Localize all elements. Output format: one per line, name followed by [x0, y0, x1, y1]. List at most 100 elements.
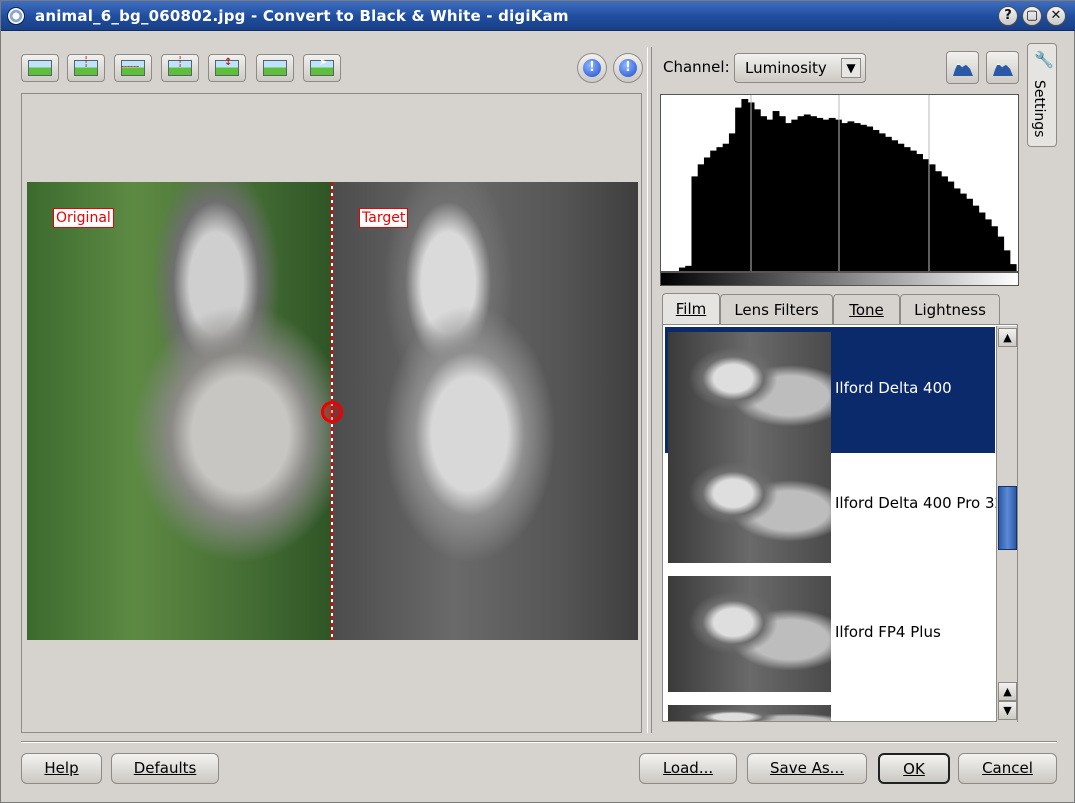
- histogram-bar: [835, 119, 842, 271]
- tab-film[interactable]: Film: [662, 293, 720, 326]
- ok-button[interactable]: OK: [878, 753, 950, 784]
- histogram-bar: [947, 181, 955, 271]
- panel-splitter[interactable]: [647, 47, 652, 733]
- histogram-bar: [728, 133, 736, 271]
- histogram: [660, 94, 1019, 272]
- logarithmic-scale-icon: [993, 63, 1013, 76]
- channel-select[interactable]: Luminosity ▼: [734, 53, 866, 83]
- histogram-bar: [716, 147, 724, 271]
- film-list-scrollbar[interactable]: ▲ ▲ ▼: [996, 326, 1017, 722]
- histogram-bar: [685, 265, 693, 271]
- scrollbar-thumb[interactable]: [998, 486, 1017, 550]
- film-list: Ilford Delta 400 Ilford Delta 400 Pro 32…: [662, 324, 1018, 722]
- target-image-button[interactable]: [256, 54, 294, 82]
- channel-value: Luminosity: [745, 59, 827, 77]
- film-preview-thumbnail: [668, 576, 831, 692]
- help-title-button[interactable]: ?: [998, 6, 1018, 26]
- histogram-chart: [679, 95, 1017, 271]
- dialog-window: animal_6_bg_060802.jpg - Convert to Blac…: [0, 0, 1075, 803]
- load-button[interactable]: Load...: [639, 753, 737, 784]
- linear-scale-icon: [953, 63, 973, 76]
- histogram-bar: [841, 123, 849, 271]
- histogram-bar: [953, 188, 961, 271]
- histogram-bar: [772, 111, 780, 271]
- film-preview-thumbnail: [668, 332, 831, 448]
- under-over-exposure-button[interactable]: ➤: [303, 54, 341, 82]
- histogram-bar: [972, 205, 980, 271]
- histogram-bar: [984, 219, 992, 271]
- histogram-bar: [791, 119, 799, 271]
- histogram-bar: [928, 164, 936, 271]
- histogram-bar: [853, 123, 861, 271]
- histogram-bar: [778, 116, 786, 271]
- logarithmic-scale-button[interactable]: [986, 51, 1019, 84]
- scroll-down-arrow-icon[interactable]: ▼: [998, 701, 1017, 720]
- compare-vertical-button[interactable]: ┆: [161, 54, 199, 82]
- tab-tone[interactable]: Tone: [833, 294, 900, 326]
- split-vertical-button[interactable]: ┆: [67, 54, 105, 82]
- tab-lens-filters[interactable]: Lens Filters: [720, 294, 833, 326]
- save-as-button[interactable]: Save As...: [747, 753, 867, 784]
- histogram-bar: [722, 143, 730, 271]
- histogram-bar: [797, 116, 805, 271]
- original-image-button[interactable]: [21, 54, 59, 82]
- histogram-bar: [1009, 264, 1017, 271]
- histogram-bar: [884, 136, 892, 271]
- histogram-bar: [859, 124, 867, 271]
- histogram-bar: [991, 226, 998, 271]
- title-bar[interactable]: animal_6_bg_060802.jpg - Convert to Blac…: [1, 1, 1075, 31]
- maximize-button[interactable]: ▢: [1022, 6, 1042, 26]
- histogram-bar: [710, 150, 718, 271]
- histogram-bar: [847, 121, 855, 271]
- histogram-bar: [903, 147, 911, 271]
- list-item[interactable]: Ilford Delta 400: [665, 327, 995, 453]
- underexposure-info-icon: !: [583, 59, 601, 77]
- histogram-bar: [959, 193, 967, 271]
- histogram-bar: [997, 236, 1005, 271]
- histogram-bar: [941, 176, 948, 271]
- histogram-bar: [785, 123, 792, 271]
- list-item[interactable]: Ilford FP4 Plus: [665, 571, 995, 697]
- film-preview-thumbnail: [668, 447, 831, 563]
- defaults-button[interactable]: Defaults: [111, 753, 219, 784]
- list-item[interactable]: Ilford Delta 400 Pro 3200: [665, 442, 1017, 568]
- histogram-bar: [909, 150, 917, 271]
- original-image-icon: [28, 60, 52, 76]
- cancel-button[interactable]: Cancel: [958, 753, 1057, 784]
- overexposure-button[interactable]: !: [613, 53, 643, 83]
- film-name: Ilford Delta 400 Pro 3200: [835, 494, 1018, 512]
- histogram-bar: [741, 99, 749, 271]
- preview-image[interactable]: Original Target: [27, 182, 638, 640]
- close-button[interactable]: ✕: [1046, 6, 1066, 26]
- histogram-bar: [978, 212, 986, 271]
- help-button[interactable]: Help: [21, 753, 102, 784]
- target-image-icon: [263, 60, 287, 76]
- split-horizontal-button[interactable]: ┄┄┄: [114, 54, 152, 82]
- luminosity-gradient-bar: [660, 272, 1019, 286]
- histogram-bar: [934, 171, 942, 271]
- scroll-up-arrow-icon[interactable]: ▲: [998, 328, 1017, 347]
- settings-sidebar-tab[interactable]: 🔧 Settings: [1027, 43, 1057, 147]
- histogram-bar: [760, 116, 767, 271]
- histogram-bar: [735, 107, 743, 271]
- underexposure-button[interactable]: !: [577, 53, 607, 83]
- original-image: [27, 182, 332, 640]
- histogram-bar: [1003, 250, 1011, 271]
- settings-tab-label: Settings: [1031, 80, 1047, 138]
- histogram-bar: [703, 157, 711, 271]
- histogram-bar: [816, 117, 824, 271]
- histogram-bar: [872, 129, 880, 271]
- scroll-up-arrow-icon[interactable]: ▲: [998, 682, 1017, 701]
- chevron-down-icon: ▼: [841, 58, 861, 78]
- compare-horizontal-button[interactable]: ↕: [208, 54, 246, 82]
- original-label: Original: [53, 208, 114, 228]
- histogram-bar: [878, 133, 886, 271]
- tab-lightness[interactable]: Lightness: [900, 294, 1000, 326]
- target-image: [332, 182, 638, 640]
- split-handle[interactable]: [321, 401, 343, 423]
- histogram-bar: [766, 119, 774, 271]
- linear-scale-button[interactable]: [946, 51, 979, 84]
- list-item[interactable]: [665, 700, 995, 721]
- histogram-bar: [916, 154, 923, 271]
- digikam-app-icon[interactable]: [7, 7, 25, 25]
